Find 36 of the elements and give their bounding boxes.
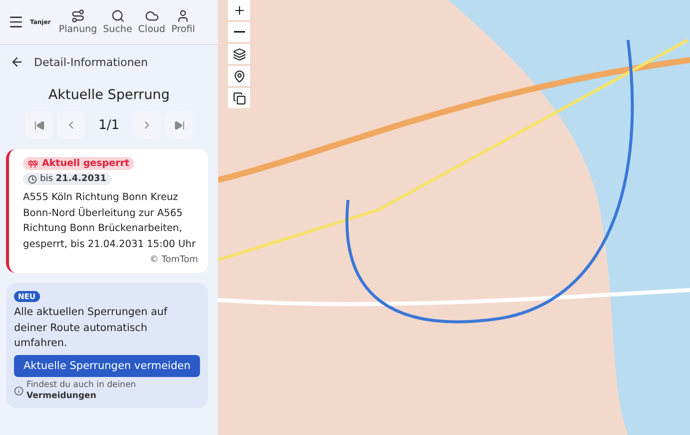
squares-icon [232, 92, 246, 104]
nav-tab[interactable]: Planung [56, 9, 100, 35]
search-icon [110, 9, 125, 23]
barrier-icon [28, 158, 38, 168]
skip-back-icon [34, 120, 44, 130]
map-control-button[interactable] [228, 66, 250, 86]
last-button[interactable] [165, 111, 193, 139]
layers-icon [232, 48, 246, 60]
menu-button[interactable] [8, 14, 24, 30]
route-icon [70, 9, 85, 23]
nav-tab[interactable]: Suche [101, 9, 134, 35]
map-control-button[interactable] [228, 0, 250, 20]
date-badge: bis 21.4.2031 [23, 173, 112, 185]
profile-icon [176, 9, 190, 23]
hint-text: Findest du auch in deinen Vermeidungen [26, 380, 137, 402]
clock-icon [28, 174, 37, 184]
map-control-button[interactable] [228, 44, 250, 64]
pin-icon [232, 70, 246, 82]
cloud-icon [144, 9, 159, 23]
closure-description: A555 Köln Richtung Bonn Kreuz Bonn-Nord Überleitung zur A565 Richtung Bonn Brückenarbeiten, gesperrt, bis 21.04.2031 15:00 Uhr [23, 191, 197, 252]
back-arrow-icon [10, 55, 24, 69]
detail-title: Aktuelle Sperrung [47, 87, 171, 103]
status-badge: Aktuell gesperrt [23, 157, 134, 170]
nav-tab[interactable]: Profil [169, 9, 198, 35]
info-icon [14, 386, 24, 396]
map-control-button[interactable] [228, 88, 250, 108]
map-control-button[interactable] [228, 22, 250, 42]
promo-text: Alle aktuellen Sperrungen auf deiner Route automatisch umfahren. [14, 305, 168, 351]
page-counter: 1/1 [98, 118, 120, 132]
source-credit: © TomTom [150, 255, 198, 265]
nav-tab[interactable]: Cloud [136, 9, 168, 35]
back-link[interactable]: Detail-Informationen [10, 51, 208, 73]
first-button[interactable] [25, 111, 53, 139]
skip-forward-icon [174, 120, 184, 130]
zoom-in-icon [232, 4, 246, 16]
avoid-closures-button[interactable]: Aktuelle Sperrungen vermeiden [14, 354, 200, 376]
